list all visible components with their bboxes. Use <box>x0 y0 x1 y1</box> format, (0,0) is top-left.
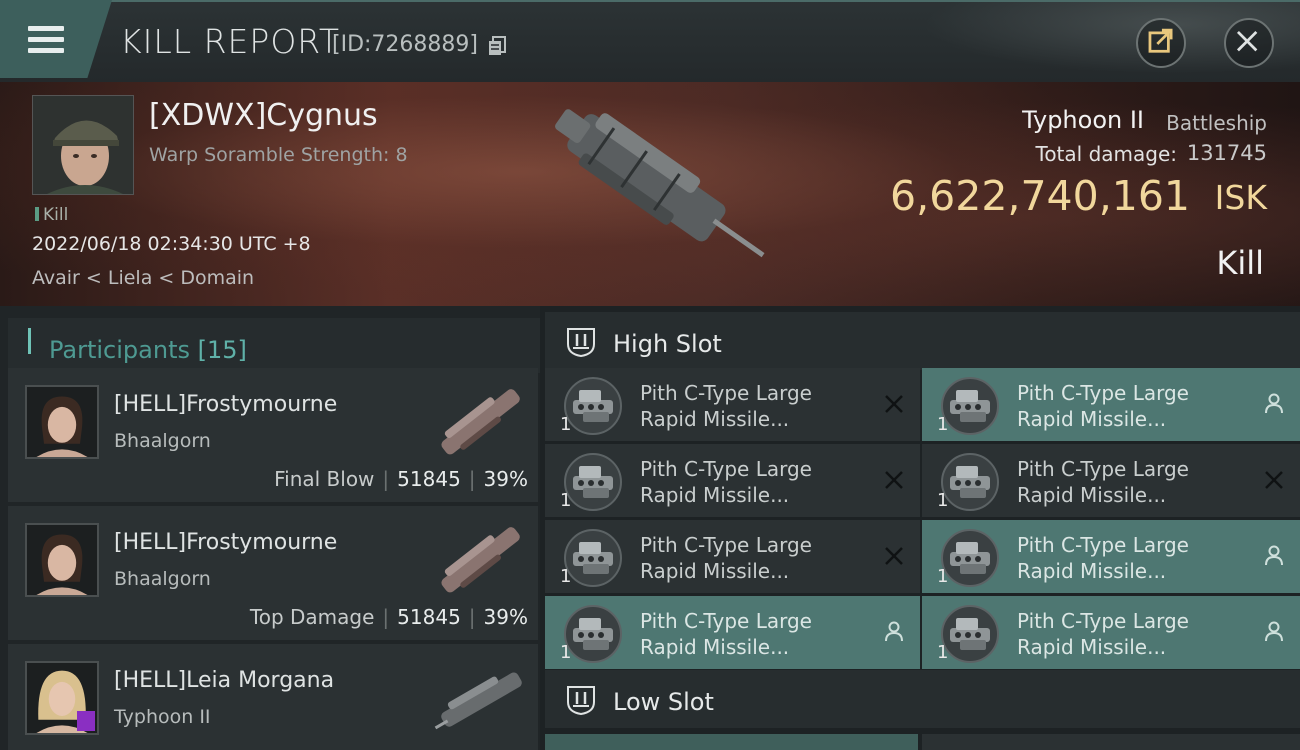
participant-ship-image <box>441 389 520 455</box>
victim-ship-image <box>555 109 765 258</box>
participant-name: [HELL]Leia Morgana <box>114 668 335 693</box>
kill-datetime: 2022/06/18 02:34:30 UTC +8 <box>32 233 311 255</box>
high-slot-header: High Slot <box>545 312 1300 370</box>
module-quantity: 1 <box>560 414 572 435</box>
module-item[interactable]: 1 Pith C-Type Large Rapid Missile... <box>545 368 920 441</box>
module-quantity: 1 <box>937 414 949 435</box>
isk-value: 6,622,740,161 <box>890 172 1190 220</box>
fitting-panel: High Slot 1 Pith C-Type Large Rapid Missi… <box>540 306 1300 750</box>
copy-icon[interactable] <box>488 36 506 56</box>
module-quantity: 1 <box>560 566 572 587</box>
menu-button[interactable] <box>0 0 112 78</box>
header-divider <box>80 0 1300 2</box>
participant-card[interactable]: [HELL]Frostymourne Bhaalgorn Top Damage |… <box>8 506 538 640</box>
participant-role: Top Damage <box>249 605 375 629</box>
participants-count: [15] <box>197 336 247 364</box>
module-name: Pith C-Type Large Rapid Missile... <box>640 533 812 583</box>
low-slot-header: Low Slot <box>545 670 1300 728</box>
report-id: [ID:7268889] <box>332 32 478 57</box>
destroyed-x-icon <box>885 471 903 489</box>
participant-damage: 51845 <box>397 605 461 629</box>
module-item[interactable]: 1 Pith C-Type Large Rapid Missile... <box>922 444 1300 517</box>
low-slot-module-preview[interactable] <box>922 734 1300 750</box>
participants-header: Participants [15] <box>8 318 540 373</box>
participant-avatar <box>25 385 99 459</box>
high-slot-title: High Slot <box>613 330 722 358</box>
kill-result: Kill <box>1216 244 1264 282</box>
participant-card[interactable]: [HELL]Leia Morgana Typhoon II <box>8 644 538 750</box>
participant-avatar <box>25 523 99 597</box>
module-quantity: 1 <box>937 490 949 511</box>
low-slot-module-preview[interactable] <box>545 734 918 750</box>
participant-badge <box>77 711 95 731</box>
module-name: Pith C-Type Large Rapid Missile... <box>1017 533 1189 583</box>
dropped-person-icon <box>1265 393 1283 414</box>
isk-unit: ISK <box>1214 178 1267 217</box>
module-item[interactable]: 1 Pith C-Type Large Rapid Missile... <box>922 368 1300 441</box>
victim-portrait[interactable] <box>32 95 134 195</box>
page-title: KILL REPORT <box>120 22 340 61</box>
warp-scramble-strength: Warp Soramble Strength: 8 <box>149 144 408 166</box>
kill-type-tag: Kill <box>35 205 68 225</box>
victim-ship-name[interactable]: Typhoon II <box>1022 106 1144 134</box>
destroyed-x-icon <box>885 395 903 413</box>
share-icon <box>1148 28 1173 53</box>
close-icon <box>1236 30 1258 52</box>
module-item[interactable]: 1 Pith C-Type Large Rapid Missile... <box>922 596 1300 669</box>
participant-percent: 39% <box>483 605 528 629</box>
module-item[interactable]: 1 Pith C-Type Large Rapid Missile... <box>545 596 920 669</box>
module-name: Pith C-Type Large Rapid Missile... <box>1017 457 1189 507</box>
participant-name: [HELL]Frostymourne <box>114 530 338 555</box>
kill-summary: [XDWX]Cygnus Warp Soramble Strength: 8 K… <box>0 82 1300 306</box>
participant-name: [HELL]Frostymourne <box>114 392 338 417</box>
module-name: Pith C-Type Large Rapid Missile... <box>640 609 812 659</box>
module-item[interactable]: 1 Pith C-Type Large Rapid Missile... <box>922 520 1300 593</box>
participant-ship: Bhaalgorn <box>114 430 211 452</box>
participant-percent: 39% <box>483 467 528 491</box>
module-item[interactable]: 1 Pith C-Type Large Rapid Missile... <box>545 444 920 517</box>
module-quantity: 1 <box>937 566 949 587</box>
module-name: Pith C-Type Large Rapid Missile... <box>640 381 812 431</box>
module-name: Pith C-Type Large Rapid Missile... <box>1017 381 1189 431</box>
participant-stats: Top Damage | 51845 | 39% <box>249 605 528 629</box>
participants-panel: Participants [15] [HELL]Frostymourne Bha… <box>0 306 540 750</box>
low-slot-icon <box>567 686 595 716</box>
module-quantity: 1 <box>560 490 572 511</box>
participant-avatar <box>25 661 99 735</box>
module-name: Pith C-Type Large Rapid Missile... <box>1017 609 1189 659</box>
module-item[interactable]: 1 Pith C-Type Large Rapid Missile... <box>545 520 920 593</box>
module-name: Pith C-Type Large Rapid Missile... <box>640 457 812 507</box>
participant-ship: Bhaalgorn <box>114 568 211 590</box>
participant-card[interactable]: [HELL]Frostymourne Bhaalgorn Final Blow |… <box>8 368 538 502</box>
destroyed-x-icon <box>885 547 903 565</box>
total-damage-label: Total damage: <box>1035 142 1178 166</box>
victim-ship-class: Battleship <box>1166 111 1267 135</box>
participant-role: Final Blow <box>274 467 375 491</box>
participants-title: Participants [15] <box>49 336 247 364</box>
participant-stats: Final Blow | 51845 | 39% <box>274 467 528 491</box>
module-quantity: 1 <box>937 642 949 663</box>
module-quantity: 1 <box>560 642 572 663</box>
dropped-person-icon <box>885 621 903 642</box>
destroyed-x-icon <box>1265 471 1283 489</box>
participants-accent <box>28 328 31 354</box>
participant-ship-image <box>434 672 522 730</box>
dropped-person-icon <box>1265 545 1283 566</box>
menu-icon[interactable] <box>28 26 64 54</box>
participant-damage: 51845 <box>397 467 461 491</box>
dropped-person-icon <box>1265 621 1283 642</box>
total-damage-value: 131745 <box>1186 141 1267 165</box>
top-bar: KILL REPORT [ID:7268889] <box>0 0 1300 82</box>
kill-location[interactable]: Avair < Liela < Domain <box>32 267 254 289</box>
close-button[interactable] <box>1224 18 1274 68</box>
participant-ship-image <box>441 527 520 593</box>
share-button[interactable] <box>1136 18 1186 68</box>
participants-title-label: Participants <box>49 336 190 364</box>
participant-ship: Typhoon II <box>114 706 211 728</box>
low-slot-title: Low Slot <box>613 688 714 716</box>
high-slot-icon <box>567 328 595 358</box>
kill-type-label: Kill <box>43 205 69 225</box>
victim-name[interactable]: [XDWX]Cygnus <box>149 98 378 133</box>
